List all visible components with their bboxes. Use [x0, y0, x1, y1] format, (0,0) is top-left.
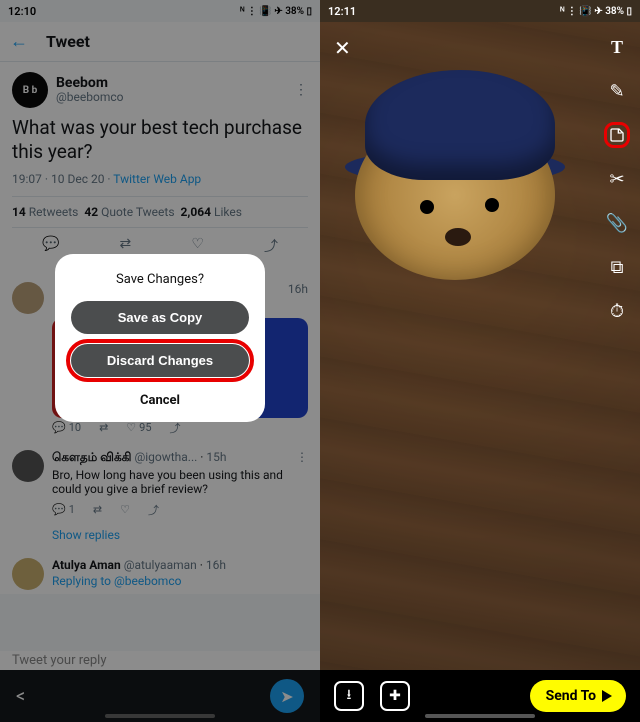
close-icon[interactable]: ✕: [334, 36, 351, 60]
timer-tool-icon[interactable]: ⏱: [604, 298, 630, 324]
sticker-tool-icon[interactable]: [604, 122, 630, 148]
pencil-tool-icon[interactable]: ✎: [604, 78, 630, 104]
send-to-button[interactable]: Send To: [530, 680, 626, 712]
left-screenshot: 12:10 ᴺ ⋮ 📳 ✈ 38% ▯ ← Tweet B b Beebom @…: [0, 0, 320, 722]
save-button[interactable]: ⭳: [334, 681, 364, 711]
discard-changes-button[interactable]: Discard Changes: [71, 344, 249, 377]
edit-toolbar: T ✎ ✂ 📎 ⧉ ⏱: [604, 34, 630, 324]
status-indicators: ᴺ ⋮ 📳 ✈ 38% ▯: [560, 6, 632, 17]
attach-tool-icon[interactable]: 📎: [604, 210, 630, 236]
crop-tool-icon[interactable]: ⧉: [604, 254, 630, 280]
save-as-copy-button[interactable]: Save as Copy: [71, 301, 249, 334]
story-button[interactable]: ✚: [380, 681, 410, 711]
status-time: 12:11: [328, 5, 356, 18]
gesture-bar: [425, 714, 535, 718]
text-tool-icon[interactable]: T: [604, 34, 630, 60]
cancel-button[interactable]: Cancel: [71, 387, 249, 410]
right-screenshot: 12:11 ᴺ ⋮ 📳 ✈ 38% ▯ ✕ T ✎ ✂ 📎 ⧉ ⏱ ⭳ ✚: [320, 0, 640, 722]
photo-subject: [335, 70, 565, 300]
modal-title: Save Changes?: [71, 272, 249, 287]
scissors-tool-icon[interactable]: ✂: [604, 166, 630, 192]
save-changes-modal: Save Changes? Save as Copy Discard Chang…: [55, 254, 265, 422]
status-bar: 12:11 ᴺ ⋮ 📳 ✈ 38% ▯: [320, 0, 640, 22]
send-arrow-icon: [602, 690, 612, 702]
